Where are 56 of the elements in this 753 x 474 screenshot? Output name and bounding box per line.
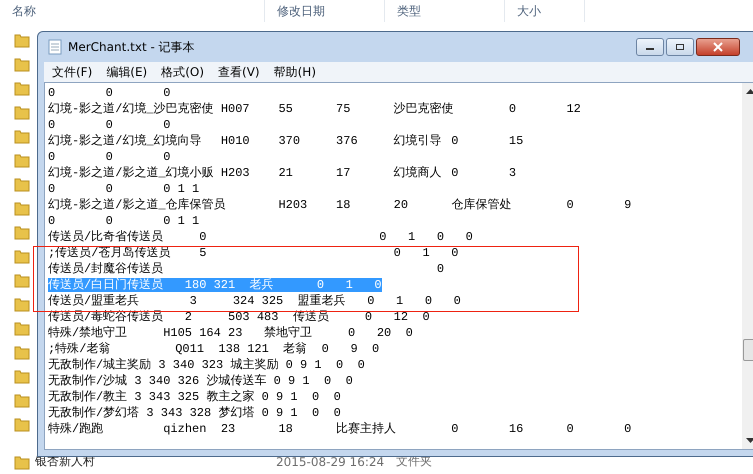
text-line: 幻境-影之道/影之道_仓库保管员 H203 18 20 仓库保管处 0 9 [48,198,632,212]
text-line: 0 0 0 1 1 [48,214,200,228]
menu-item[interactable]: 文件(F) [52,64,92,80]
folder-icon [14,248,30,264]
text-line: 幻境-影之道/影之道_幻境小贩 H203 21 17 幻境商人 0 3 [48,166,516,180]
text-line: ;特殊/老翁 Q011 138 121 老翁 0 9 0 [48,342,380,356]
folder-icon [14,368,30,384]
folder-icon [14,32,30,48]
text-line: 0 0 0 [48,118,170,132]
folder-icon [14,272,30,288]
text-line: 无敌制作/城主奖励 3 340 323 城主奖励 0 9 1 0 0 [48,358,365,372]
text-line: 无敌制作/教主 3 343 325 教主之家 0 9 1 0 0 [48,390,341,404]
notepad-icon [48,39,62,55]
file-date: 2015-08-29 16:24 [276,454,386,468]
text-line: 0 0 0 [48,150,170,164]
close-icon [712,42,724,52]
text-line: 幻境-影之道/幻境_沙巴克密使 H007 55 75 沙巴克密使 0 12 [48,102,581,116]
folder-icon [14,200,30,216]
column-header[interactable]: 大小 [505,0,585,22]
folder-icon [14,416,30,432]
text-line: 0 0 0 1 1 [48,182,200,196]
scroll-up-icon[interactable] [746,88,753,94]
column-header[interactable]: 名称 [0,0,265,22]
close-button[interactable] [696,38,740,56]
folder-icon [14,104,30,120]
text-line: 传送员/封魔谷传送员 0 [48,262,444,276]
column-header[interactable]: 修改日期 [265,0,385,22]
scroll-down-icon[interactable] [746,438,753,444]
menu-item[interactable]: 编辑(E) [106,64,148,80]
maximize-icon [675,43,685,51]
column-header[interactable]: 类型 [385,0,505,22]
text-line: 传送员/盟重老兵 3 324 325 盟重老兵 0 1 0 0 [48,294,461,308]
menu-item[interactable]: 帮助(H) [274,64,316,80]
folder-icon [14,320,30,336]
folder-icon [14,454,30,470]
menu-item[interactable]: 查看(V) [218,64,260,80]
menu-item[interactable]: 格式(O) [161,64,204,80]
folder-icon [14,344,30,360]
text-line: 无敌制作/沙城 3 340 326 沙城传送车 0 9 1 0 0 [48,374,353,388]
text-line: 特殊/跑跑 qizhen 23 18 比赛主持人 0 16 0 0 [48,422,632,436]
minimize-button[interactable] [636,38,664,56]
text-line: 幻境-影之道/幻境_幻境向导 H010 370 376 幻境引导 0 15 [48,134,524,148]
folder-icon [14,128,30,144]
maximize-button[interactable] [666,38,694,56]
window-title: MerChant.txt - 记事本 [68,38,195,56]
folder-icon [14,392,30,408]
folder-icon [14,152,30,168]
folder-icon [14,176,30,192]
folder-icon [14,80,30,96]
text-line: 0 0 0 [48,86,170,100]
folder-icon [14,56,30,72]
text-line: 特殊/禁地守卫 H105 164 23 禁地守卫 0 20 0 [48,326,413,340]
folder-icon [14,296,30,312]
text-line: 无敌制作/梦幻塔 3 343 328 梦幻塔 0 9 1 0 0 [48,406,341,420]
text-line: 传送员/比奇省传送员 0 0 1 0 0 [48,230,473,244]
folder-icon [14,224,30,240]
